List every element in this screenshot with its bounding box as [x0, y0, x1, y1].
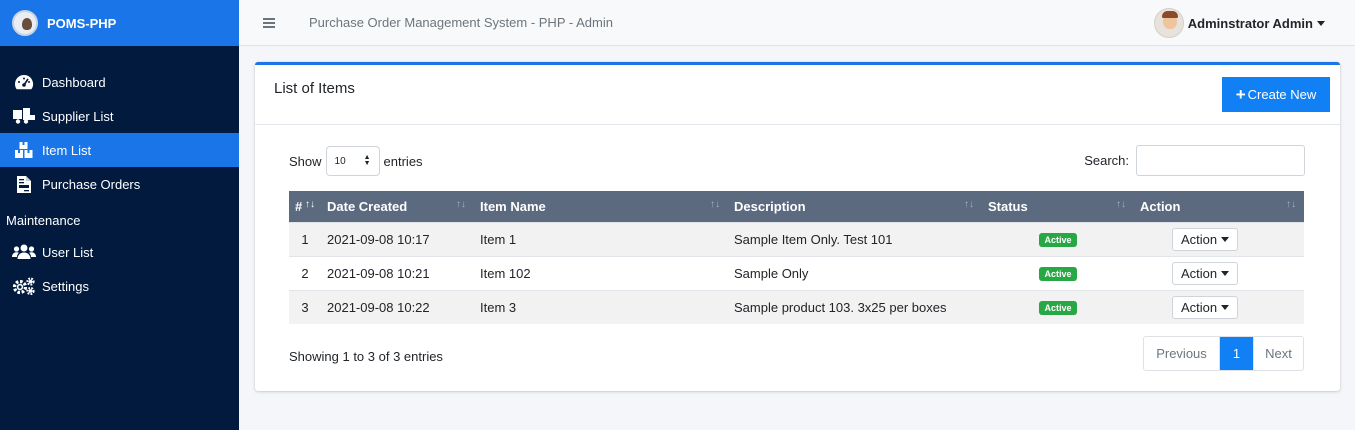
row-number: 2	[301, 265, 309, 281]
sort-icon: ↑↓	[1286, 199, 1296, 210]
avatar	[1153, 8, 1184, 38]
sort-icon: ↑↓	[710, 199, 720, 210]
brand-link[interactable]: POMS-PHP	[0, 0, 239, 46]
column-header-item-name[interactable]: Item Name ↑↓	[474, 191, 728, 222]
row-number: 3	[301, 299, 309, 315]
entries-select[interactable]: 10 ▲ ▼	[325, 146, 380, 176]
menu-toggle-icon[interactable]	[263, 17, 275, 28]
sidebar-item-dashboard[interactable]: Dashboard	[0, 65, 239, 99]
pagination-previous[interactable]: Previous	[1144, 337, 1220, 370]
card-header: List of Items + Create New	[255, 65, 1340, 125]
column-header-num[interactable]: # ↑↓	[289, 191, 321, 222]
caret-down-icon	[1317, 20, 1325, 26]
sidebar-item-label: Dashboard	[42, 74, 106, 90]
action-dropdown-button[interactable]: Action	[1172, 295, 1239, 319]
row-description: Sample product 103. 3x25 per boxes	[734, 299, 947, 315]
select-arrows-icon: ▲ ▼	[363, 154, 371, 167]
brand-logo	[12, 10, 38, 36]
boxes-icon	[12, 141, 36, 159]
items-table: # ↑↓ Date Created ↑↓ Item Name ↑↓ Descripti…	[289, 191, 1304, 324]
row-date-created: 2021-09-08 10:17	[327, 231, 430, 247]
sidebar-item-item-list[interactable]: Item List	[0, 133, 239, 167]
action-dropdown-button[interactable]: Action	[1172, 227, 1239, 251]
sort-icon: ↑↓	[456, 199, 466, 210]
create-new-label: Create New	[1247, 87, 1317, 102]
column-header-status[interactable]: Status ↑↓	[982, 191, 1134, 222]
truck-icon	[12, 107, 36, 125]
table-row: 2 2021-09-08 10:21 Item 102 Sample Only …	[289, 256, 1304, 290]
top-navbar: Purchase Order Management System - PHP -…	[239, 0, 1355, 46]
sidebar-nav: Dashboard Supplier List Item List Purcha…	[0, 46, 239, 303]
sidebar-item-label: Settings	[42, 278, 89, 294]
row-description: Sample Item Only. Test 101	[734, 231, 893, 247]
sort-icon: ↑↓	[964, 199, 974, 210]
status-badge: Active	[1039, 233, 1077, 247]
row-date-created: 2021-09-08 10:22	[327, 299, 430, 315]
status-badge: Active	[1039, 267, 1077, 281]
sidebar: POMS-PHP Dashboard Supplier List Item Li…	[0, 0, 239, 430]
caret-down-icon	[1221, 304, 1230, 310]
brand-name: POMS-PHP	[47, 15, 117, 31]
row-item-name: Item 102	[480, 265, 531, 281]
user-menu[interactable]: Adminstrator Admin	[1153, 8, 1325, 38]
users-icon	[12, 243, 36, 261]
column-header-description[interactable]: Description ↑↓	[728, 191, 982, 222]
search-control: Search:	[1084, 145, 1305, 176]
row-date-created: 2021-09-08 10:21	[327, 265, 430, 281]
column-header-date-created[interactable]: Date Created ↑↓	[321, 191, 474, 222]
pagination-page[interactable]: 1	[1220, 337, 1253, 370]
file-invoice-icon	[12, 175, 36, 193]
items-card: List of Items + Create New Show 10 ▲ ▼ en…	[255, 62, 1340, 391]
sidebar-item-supplier-list[interactable]: Supplier List	[0, 99, 239, 133]
create-new-button[interactable]: + Create New	[1222, 77, 1330, 112]
sidebar-item-label: Purchase Orders	[42, 176, 141, 192]
status-badge: Active	[1039, 301, 1077, 316]
entries-select-value: 10	[334, 155, 346, 167]
show-label: Show	[289, 153, 322, 169]
pagination: Previous 1 Next	[1143, 336, 1304, 371]
sidebar-item-user-list[interactable]: User List	[0, 235, 239, 269]
sidebar-item-label: Item List	[42, 142, 92, 158]
row-number: 1	[301, 231, 309, 247]
entries-control: Show 10 ▲ ▼ entries	[289, 146, 423, 176]
plus-icon: +	[1235, 85, 1246, 104]
row-description: Sample Only	[734, 265, 809, 281]
sort-asc-icon: ↑↓	[305, 199, 315, 210]
sidebar-item-label: User List	[42, 244, 94, 260]
cogs-icon	[12, 277, 36, 295]
table-row: 1 2021-09-08 10:17 Item 1 Sample Item On…	[289, 222, 1304, 256]
user-name: Adminstrator Admin	[1187, 15, 1313, 31]
dashboard-icon	[12, 73, 36, 91]
caret-down-icon	[1221, 236, 1230, 242]
column-header-action[interactable]: Action ↑↓	[1134, 191, 1304, 222]
search-label: Search:	[1084, 153, 1129, 168]
sidebar-section-header: Maintenance	[6, 212, 81, 228]
pagination-next[interactable]: Next	[1253, 337, 1303, 370]
system-title: Purchase Order Management System - PHP -…	[309, 15, 613, 30]
entries-label: entries	[383, 153, 423, 169]
caret-down-icon	[1221, 270, 1230, 276]
table-row: 3 2021-09-08 10:22 Item 3 Sample product…	[289, 290, 1304, 324]
table-info: Showing 1 to 3 of 3 entries	[289, 349, 443, 364]
table-header-row: # ↑↓ Date Created ↑↓ Item Name ↑↓ Descripti…	[289, 191, 1304, 222]
action-dropdown-button[interactable]: Action	[1172, 261, 1239, 285]
card-title: List of Items	[274, 80, 355, 97]
sort-icon: ↑↓	[1116, 199, 1126, 210]
row-item-name: Item 1	[480, 231, 517, 247]
sidebar-item-label: Supplier List	[42, 108, 114, 124]
sidebar-item-purchase-orders[interactable]: Purchase Orders	[0, 167, 239, 201]
search-input[interactable]	[1136, 145, 1305, 176]
row-item-name: Item 3	[480, 299, 517, 315]
sidebar-item-settings[interactable]: Settings	[0, 269, 239, 303]
